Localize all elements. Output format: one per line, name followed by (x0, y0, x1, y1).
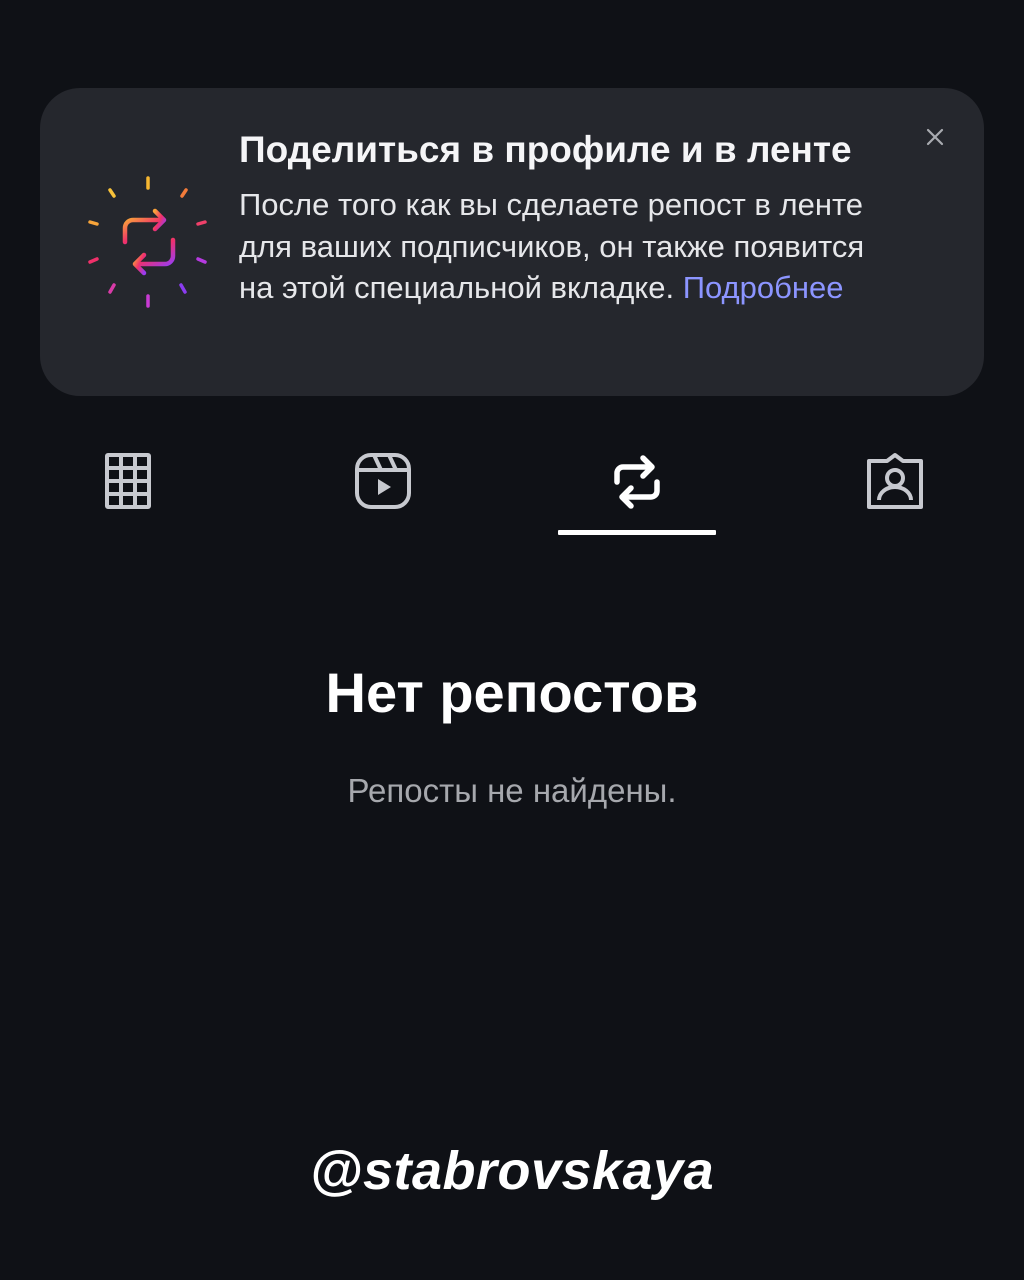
tab-tagged[interactable] (842, 440, 946, 536)
tab-posts-grid[interactable] (76, 440, 180, 536)
info-card-title: Поделиться в профиле и в ленте (239, 129, 852, 170)
empty-state-title: Нет репостов (325, 661, 699, 724)
grid-icon (105, 453, 151, 509)
tagged-icon (867, 453, 923, 509)
learn-more-link[interactable]: Подробнее (683, 270, 844, 305)
tab-reposts[interactable] (558, 440, 716, 536)
info-card-description: После того как вы сделаете репост в лент… (239, 184, 899, 309)
watermark-handle: @stabrovskaya (309, 1141, 715, 1201)
repost-sparkle-icon (88, 176, 207, 308)
tab-reels[interactable] (330, 440, 434, 536)
empty-state-subtitle: Репосты не найдены. (347, 772, 677, 809)
close-icon[interactable] (918, 120, 952, 154)
active-tab-indicator (558, 530, 716, 535)
repost-icon (614, 455, 660, 509)
profile-tabs (0, 440, 1024, 540)
reels-icon (355, 453, 411, 509)
